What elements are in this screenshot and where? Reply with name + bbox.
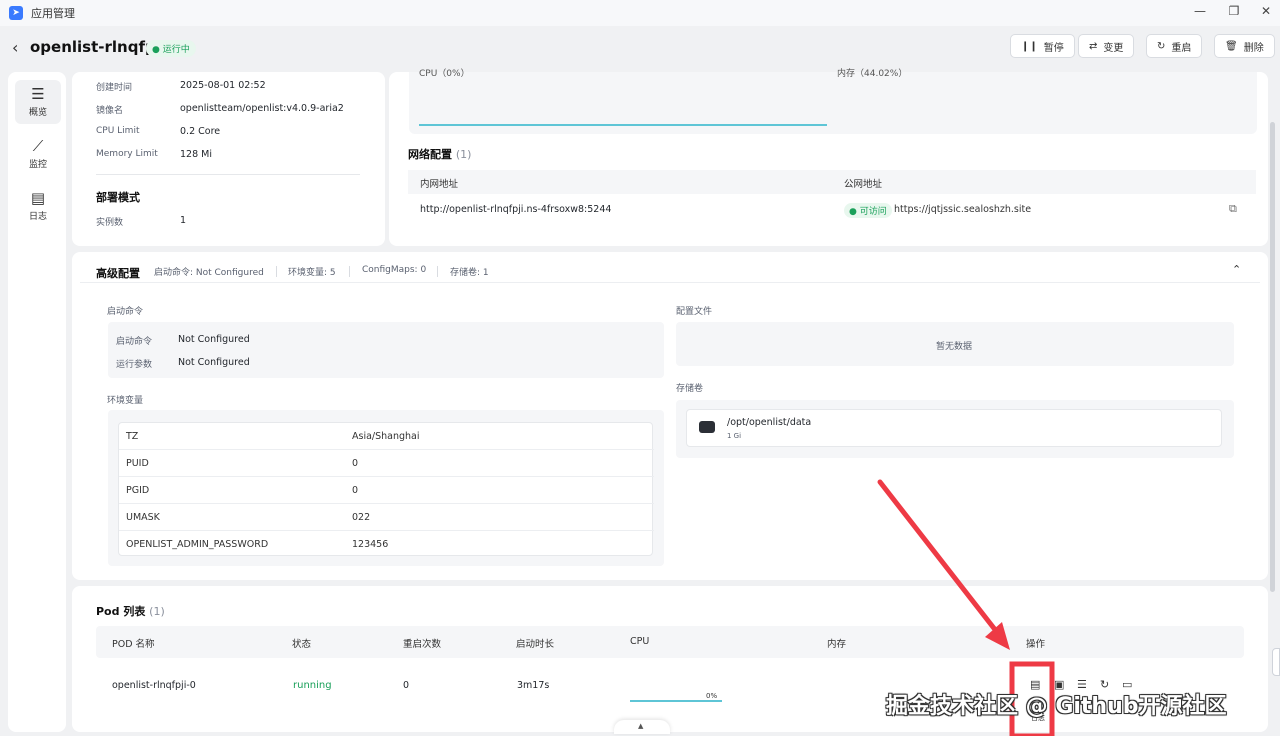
- watermark: 掘金技术社区 @ Github开源社区: [886, 694, 1227, 719]
- arrow-head: [985, 622, 1010, 650]
- annotation-overlay: [877, 479, 1055, 736]
- annotation-arrow: [877, 479, 1003, 639]
